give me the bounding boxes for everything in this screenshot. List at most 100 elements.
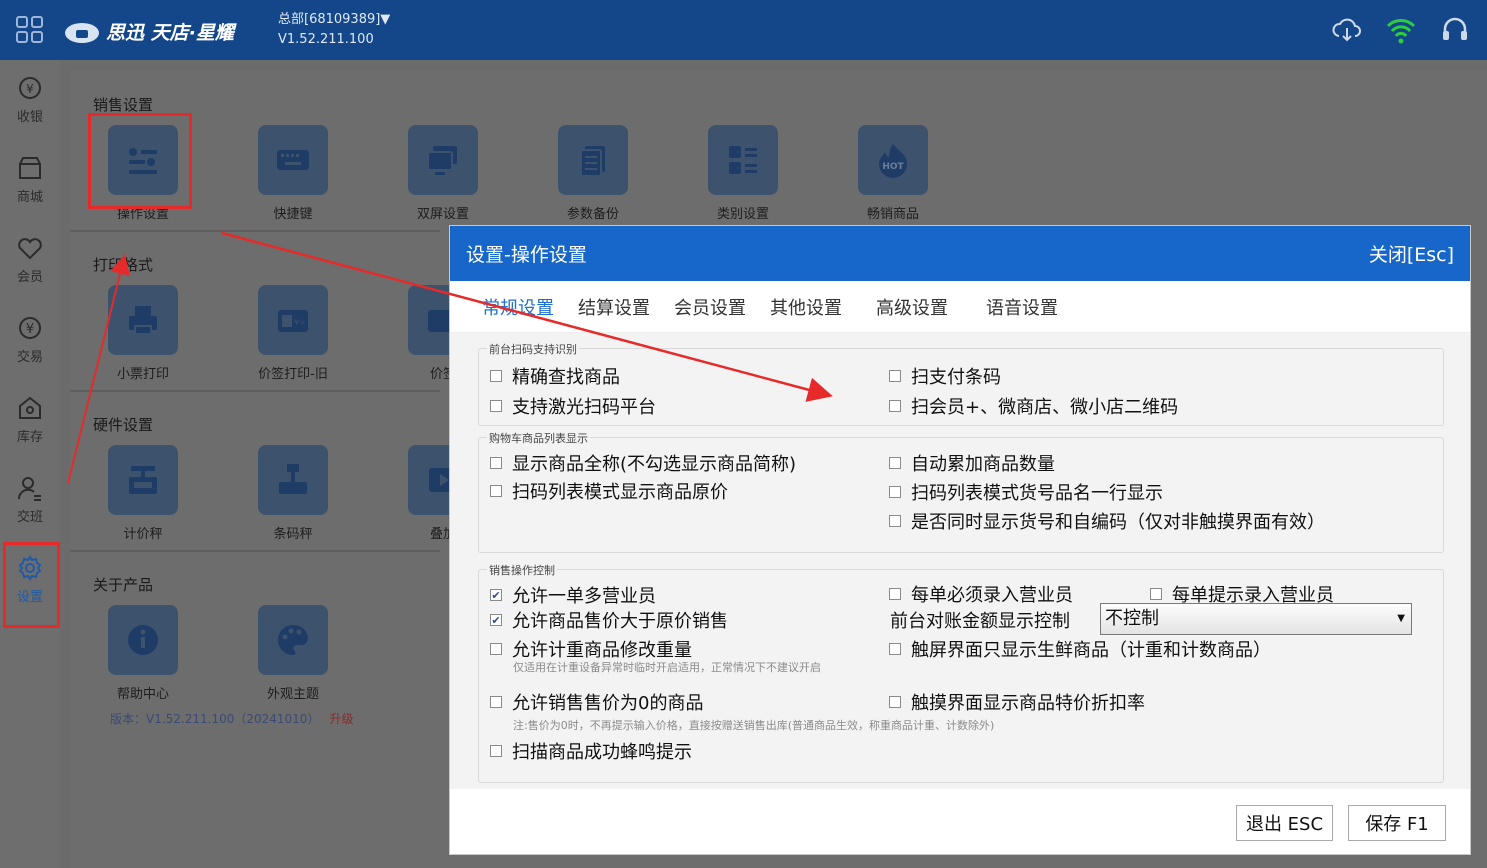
checkbox[interactable]: [490, 370, 502, 382]
checkbox[interactable]: [490, 400, 502, 412]
annotation-highlight: [3, 542, 60, 628]
checkbox[interactable]: [490, 485, 502, 497]
option-price-above-original[interactable]: ✔ 允许商品售价大于原价销售: [490, 607, 728, 633]
dialog-title: 设置-操作设置: [466, 244, 587, 266]
tile-shortcut-keys[interactable]: 快捷键: [238, 125, 348, 222]
sidebar-item-trade[interactable]: ¥ 交易: [0, 300, 60, 378]
option-require-salesperson[interactable]: 每单必须录入营业员: [889, 581, 1073, 607]
category-list-icon: [729, 146, 757, 174]
tile-barcode-scale[interactable]: 条码秤: [238, 445, 348, 542]
tab-member[interactable]: 会员设置: [674, 294, 746, 320]
tile-receipt-print[interactable]: 小票打印: [88, 285, 198, 382]
divider: [70, 390, 440, 392]
grid-icon[interactable]: [16, 16, 43, 43]
store-icon: [19, 157, 41, 179]
option-label: 自动累加商品数量: [911, 454, 1055, 475]
settings-tabs: 常规设置 结算设置 会员设置 其他设置 高级设置 语音设置: [450, 281, 1470, 333]
divider: [70, 550, 440, 552]
tile-dual-screen[interactable]: 双屏设置: [388, 125, 498, 222]
option-show-code-and-selfcode[interactable]: 是否同时显示货号和自编码（仅对非触摸界面有效）: [889, 508, 1325, 534]
branch-selector[interactable]: 总部[68109389]▼: [278, 10, 390, 30]
save-button[interactable]: 保存 F1: [1348, 805, 1446, 841]
checkbox[interactable]: [889, 696, 901, 708]
upgrade-link[interactable]: 升级: [329, 712, 353, 726]
barcode-scale-icon: [279, 464, 307, 494]
amount-display-select[interactable]: 不控制 ▼: [1100, 603, 1412, 635]
checkbox[interactable]: [889, 588, 901, 600]
option-scan-beep[interactable]: 扫描商品成功蜂鸣提示: [490, 738, 692, 764]
sidebar-item-shift[interactable]: 交班: [0, 460, 60, 538]
close-button[interactable]: 关闭[Esc]: [1369, 240, 1454, 267]
option-show-full-name[interactable]: 显示商品全称(不勾选显示商品简称): [490, 450, 796, 476]
wifi-icon[interactable]: [1385, 14, 1417, 46]
svg-text:HOT: HOT: [882, 162, 904, 172]
checkbox[interactable]: [490, 457, 502, 469]
checkbox[interactable]: [1150, 588, 1162, 600]
sidebar-item-settings[interactable]: 设置: [0, 540, 60, 628]
sidebar-item-label: 商城: [16, 190, 43, 205]
tile-price-scale[interactable]: 计价秤: [88, 445, 198, 542]
info-icon: [128, 625, 158, 655]
document-icon: [580, 146, 605, 177]
tile-appearance-theme[interactable]: 外观主题: [238, 605, 348, 702]
option-label: 扫码列表模式货号品名一行显示: [911, 483, 1163, 504]
cloud-sync-icon[interactable]: [1331, 14, 1363, 46]
checkbox[interactable]: [889, 370, 901, 382]
checkbox[interactable]: ✔: [490, 614, 502, 626]
keyboard-icon: [277, 150, 309, 170]
tab-advanced[interactable]: 高级设置: [876, 294, 948, 320]
option-zero-price-sale[interactable]: 允许销售售价为0的商品: [490, 689, 703, 715]
tab-checkout[interactable]: 结算设置: [578, 294, 650, 320]
sidebar-item-member[interactable]: 会员: [0, 220, 60, 298]
checkbox[interactable]: [889, 457, 901, 469]
tab-general[interactable]: 常规设置: [482, 294, 554, 320]
checkbox[interactable]: [889, 400, 901, 412]
headset-icon[interactable]: [1439, 14, 1471, 46]
top-bar: 思迅 天店·星耀 总部[68109389]▼ V1.52.211.100: [0, 0, 1487, 60]
tile-category-settings[interactable]: 类别设置: [688, 125, 798, 222]
option-one-line-display[interactable]: 扫码列表模式货号品名一行显示: [889, 479, 1163, 505]
checkbox[interactable]: [490, 745, 502, 757]
option-label: 允许一单多营业员: [512, 586, 656, 607]
sidebar-item-store[interactable]: 商城: [0, 140, 60, 218]
annotation-highlight: [88, 113, 192, 209]
tab-other[interactable]: 其他设置: [770, 294, 842, 320]
sidebar-item-label: 交易: [16, 350, 43, 365]
version-text: 版本：V1.52.211.100（20241010）: [110, 712, 320, 726]
option-show-discount-rate[interactable]: 触摸界面显示商品特价折扣率: [889, 689, 1145, 715]
tile-price-tag-print-old[interactable]: ¥= 价签打印-旧: [238, 285, 348, 382]
logo-text: 思迅 天店·星耀: [106, 22, 234, 44]
sidebar-item-cashier[interactable]: ¥ 收银: [0, 60, 60, 138]
tile-label: 参数备份: [566, 207, 619, 222]
checkbox[interactable]: [889, 515, 901, 527]
checkbox[interactable]: [889, 643, 901, 655]
sidebar: ¥ 收银 商城 会员 ¥ 交易 库存 交班 设置: [0, 60, 60, 868]
checkbox[interactable]: [490, 643, 502, 655]
yen-icon: ¥: [19, 317, 41, 339]
tile-label: 双屏设置: [416, 207, 469, 222]
option-fresh-only[interactable]: 触屏界面只显示生鲜商品（计重和计数商品）: [889, 636, 1271, 662]
option-auto-accumulate[interactable]: 自动累加商品数量: [889, 450, 1055, 476]
tile-param-backup[interactable]: 参数备份: [538, 125, 648, 222]
option-scan-payment-code[interactable]: 扫支付条码: [889, 363, 1001, 389]
svg-text:¥: ¥: [26, 322, 34, 337]
exit-button[interactable]: 退出 ESC: [1236, 805, 1333, 841]
amount-display-label: 前台对账金额显示控制: [890, 611, 1070, 632]
option-show-original-price[interactable]: 扫码列表模式显示商品原价: [490, 478, 728, 504]
operation-settings-dialog: 设置-操作设置 关闭[Esc] 常规设置 结算设置 会员设置 其他设置 高级设置…: [449, 225, 1471, 855]
option-exact-search[interactable]: 精确查找商品: [490, 363, 620, 389]
checkbox[interactable]: [490, 696, 502, 708]
tab-voice[interactable]: 语音设置: [986, 294, 1058, 320]
option-laser-scan[interactable]: 支持激光扫码平台: [490, 393, 656, 419]
option-multi-salesperson[interactable]: ✔ 允许一单多营业员: [490, 582, 656, 608]
tile-help-center[interactable]: 帮助中心: [88, 605, 198, 702]
tile-best-sellers[interactable]: HOT 畅销商品: [838, 125, 948, 222]
option-scan-member-qr[interactable]: 扫会员+、微商店、微小店二维码: [889, 393, 1178, 419]
tile-label: 条码秤: [273, 527, 313, 542]
checkbox[interactable]: ✔: [490, 589, 502, 601]
branch-info[interactable]: 总部[68109389]▼ V1.52.211.100: [278, 10, 390, 50]
sidebar-item-inventory[interactable]: 库存: [0, 380, 60, 458]
option-label: 触屏界面只显示生鲜商品（计重和计数商品）: [911, 640, 1271, 661]
checkbox[interactable]: [889, 486, 901, 498]
tile-label: 价签打印-旧: [258, 367, 328, 382]
